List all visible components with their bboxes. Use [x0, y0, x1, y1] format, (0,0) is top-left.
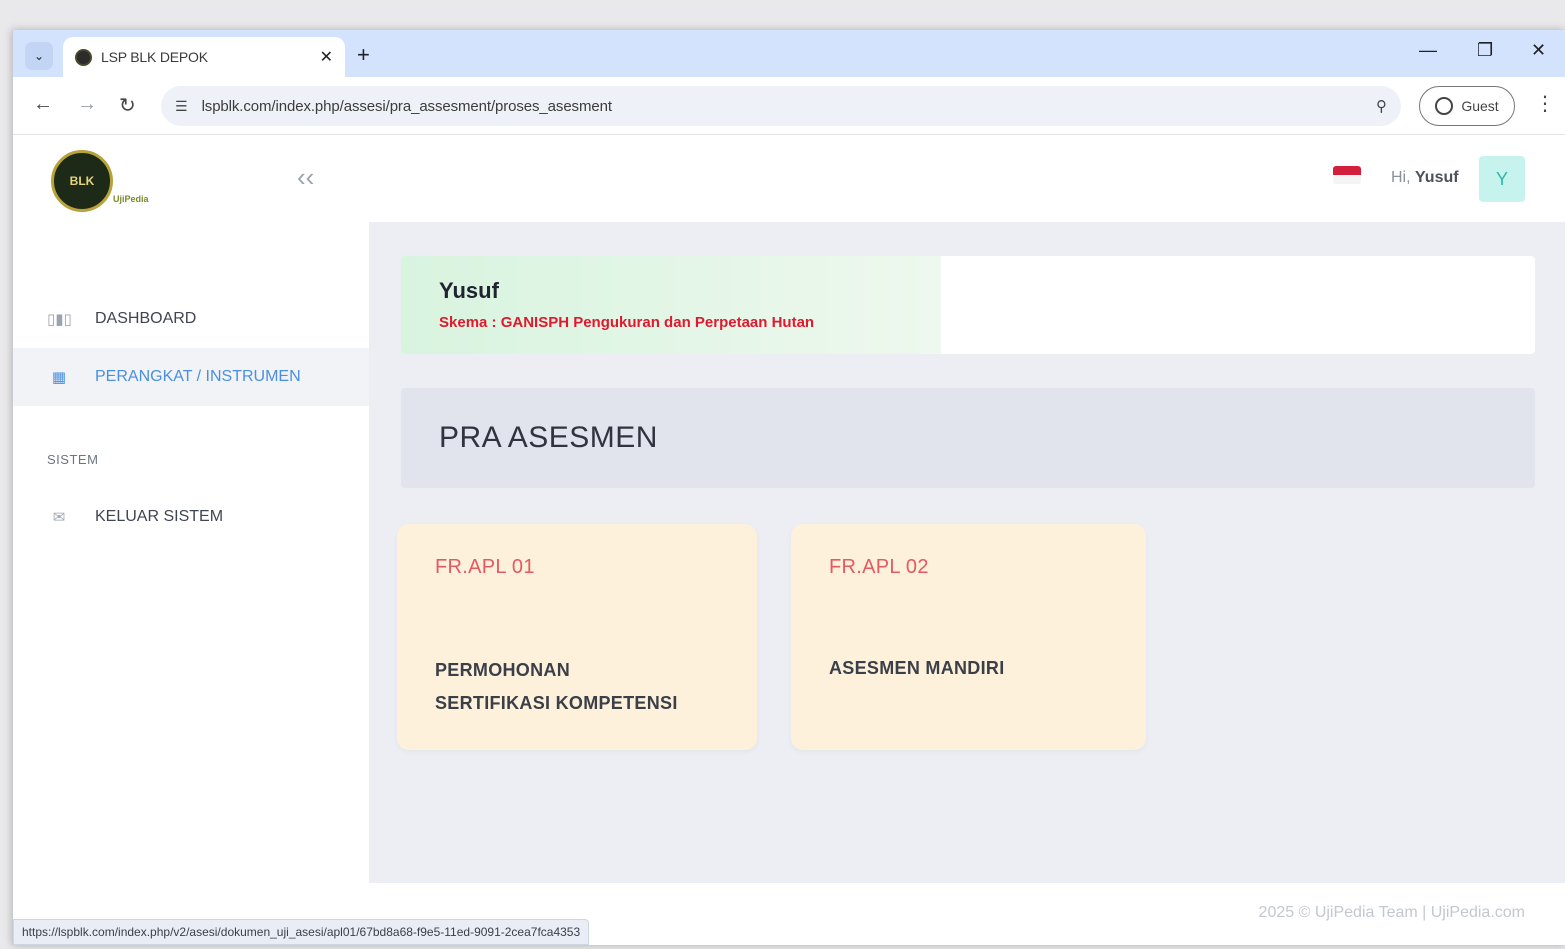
section-title: PRA ASESMEN: [401, 388, 1535, 488]
main-content: Hi, Yusuf Y Yusuf Skema : GANISPH Penguk…: [369, 136, 1565, 945]
close-window-icon[interactable]: ✕: [1531, 40, 1546, 61]
bar-chart-icon: ▯▮▯: [47, 311, 72, 328]
new-tab-icon[interactable]: +: [357, 42, 370, 68]
language-flag-icon[interactable]: [1333, 166, 1361, 184]
user-greeting[interactable]: Hi, Yusuf: [1391, 169, 1459, 187]
favicon-icon: [75, 48, 92, 66]
sidebar-section-label: SISTEM: [47, 452, 99, 467]
sidebar: BLK UjiPedia ‹‹ ▯▮▯ DASHBOARD ▦ PERANGKA…: [13, 136, 369, 945]
guest-profile-button[interactable]: Guest: [1419, 86, 1515, 126]
footer-text: 2025 © UjiPedia Team | UjiPedia.com: [1258, 904, 1525, 921]
profile-name: Yusuf: [439, 278, 499, 303]
profile-scheme: Skema : GANISPH Pengukuran dan Perpetaan…: [439, 314, 815, 331]
card-code: FR.APL 01: [435, 556, 535, 578]
browser-window: ⌄ LSP BLK DEPOK ✕ + — ❐ ✕ ← → ↻ ☰ lspblk…: [12, 30, 1565, 945]
grid-icon: ▦: [51, 369, 67, 386]
sidebar-item-label: DASHBOARD: [95, 310, 197, 327]
guest-label: Guest: [1461, 98, 1499, 114]
status-bar-url: https://lspblk.com/index.php/v2/asesi/do…: [13, 919, 590, 945]
card-title-line1: ASESMEN MANDIRI: [829, 658, 1005, 678]
profile-icon: [1435, 97, 1454, 115]
sidebar-item-label: KELUAR SISTEM: [95, 508, 224, 525]
app-area: BLK UjiPedia ‹‹ ▯▮▯ DASHBOARD ▦ PERANGKA…: [13, 136, 1565, 945]
restore-icon[interactable]: ❐: [1477, 40, 1493, 61]
browser-toolbar: ← → ↻ ☰ lspblk.com/index.php/assesi/pra_…: [13, 77, 1565, 135]
card-code: FR.APL 02: [829, 556, 929, 578]
top-bar: Hi, Yusuf Y: [369, 136, 1565, 222]
zoom-icon[interactable]: ⚲: [1376, 97, 1387, 115]
blk-logo[interactable]: BLK: [51, 150, 113, 212]
reload-icon[interactable]: ↻: [119, 93, 136, 118]
tab-title: LSP BLK DEPOK: [101, 49, 208, 65]
card-title-line1: PERMOHONAN: [435, 660, 571, 680]
sidebar-item-label: PERANGKAT / INSTRUMEN: [95, 368, 301, 385]
tab-search-icon[interactable]: ⌄: [25, 42, 53, 70]
address-bar[interactable]: ☰ lspblk.com/index.php/assesi/pra_assesm…: [161, 86, 1401, 126]
sidebar-item-dashboard[interactable]: ▯▮▯ DASHBOARD: [13, 290, 369, 348]
forward-icon[interactable]: →: [77, 93, 97, 116]
card-apl01[interactable]: FR.APL 01 PERMOHONAN SERTIFIKASI KOMPETE…: [397, 524, 757, 750]
sidebar-item-logout[interactable]: ✉ KELUAR SISTEM: [13, 488, 369, 546]
card-title-line2: SERTIFIKASI KOMPETENSI: [435, 693, 678, 713]
close-tab-icon[interactable]: ✕: [320, 47, 333, 67]
browser-tab[interactable]: LSP BLK DEPOK ✕: [63, 37, 345, 77]
sidebar-item-perangkat[interactable]: ▦ PERANGKAT / INSTRUMEN: [13, 348, 369, 406]
tab-strip: ⌄ LSP BLK DEPOK ✕ + — ❐ ✕: [13, 30, 1565, 77]
logo-caption: UjiPedia: [113, 194, 149, 204]
minimize-icon[interactable]: —: [1419, 40, 1437, 61]
back-icon[interactable]: ←: [33, 93, 53, 116]
site-info-icon[interactable]: ☰: [175, 98, 188, 115]
url-text[interactable]: lspblk.com/index.php/assesi/pra_assesmen…: [202, 98, 1376, 115]
mail-icon: ✉: [52, 509, 66, 526]
menu-kebab-icon[interactable]: ⋮: [1535, 91, 1555, 116]
collapse-sidebar-icon[interactable]: ‹‹: [297, 162, 314, 193]
user-avatar[interactable]: Y: [1479, 156, 1525, 202]
profile-card: Yusuf Skema : GANISPH Pengukuran dan Per…: [401, 256, 1535, 354]
card-apl02[interactable]: FR.APL 02 ASESMEN MANDIRI: [791, 524, 1146, 750]
